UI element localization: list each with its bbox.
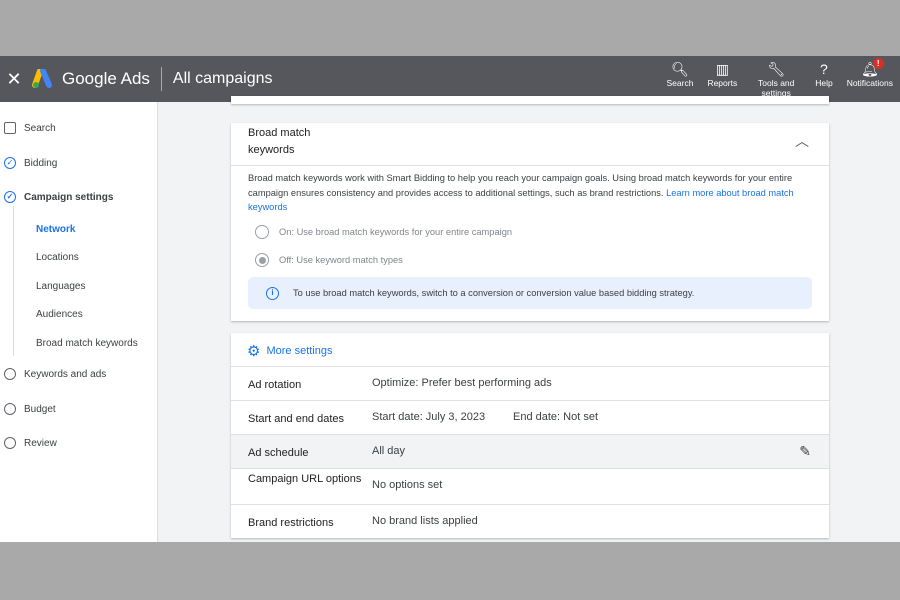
info-text: To use broad match keywords, switch to a… <box>293 288 695 298</box>
setting-key: Ad schedule <box>248 447 309 459</box>
chevron-up-icon[interactable]: ︿ <box>795 131 809 151</box>
toolbar-bell-button[interactable]: 🔔︎! Notifications <box>840 58 900 98</box>
more-settings-header[interactable]: ⚙ More settings <box>247 342 332 360</box>
check-circle-icon: ✓ <box>4 157 16 169</box>
info-banner: i To use broad match keywords, switch to … <box>248 277 812 309</box>
sidebar-item-label: Bidding <box>24 157 58 169</box>
setting-value: All day <box>372 445 406 457</box>
setting-key: Brand restrictions <box>248 517 334 529</box>
sidebar-subitem-broad-match[interactable]: Broad match keywords <box>36 338 138 349</box>
edit-pencil-icon[interactable]: ✎ <box>799 443 811 460</box>
radio-on[interactable]: On: Use broad match keywords for your en… <box>255 225 512 239</box>
brand-name: Google Ads <box>62 69 150 88</box>
search-icon <box>4 122 16 134</box>
sidebar-subitem-locations[interactable]: Locations <box>36 252 79 263</box>
setting-value: No options set <box>372 479 443 491</box>
tool-label: Tools and settings <box>758 78 795 98</box>
page-title: All campaigns <box>172 70 273 87</box>
toolbar-reports-button[interactable]: ▥ Reports <box>700 60 744 98</box>
sidebar-item-review[interactable]: Review <box>0 437 57 449</box>
circle-icon <box>4 437 16 449</box>
tool-label: Reports <box>707 78 738 88</box>
close-icon[interactable]: ✕ <box>0 69 28 90</box>
gear-icon: ⚙ <box>247 343 261 360</box>
check-circle-icon: ✓ <box>4 191 16 203</box>
radio-selected-icon <box>255 253 269 267</box>
sidebar-item-keywords[interactable]: Keywords and ads <box>0 368 106 380</box>
bell-icon: 🔔︎! <box>861 58 884 78</box>
setting-value: No brand lists applied <box>372 515 478 527</box>
help-icon: ? <box>820 61 828 77</box>
radio-off[interactable]: Off: Use keyword match types <box>255 253 403 267</box>
sidebar-item-search[interactable]: Search <box>0 122 56 134</box>
google-ads-logo <box>32 68 54 89</box>
sidebar-item-label: Keywords and ads <box>24 368 107 380</box>
setting-key: Start and end dates <box>248 413 345 425</box>
circle-icon <box>4 368 16 380</box>
wrench-icon: 🔧︎ <box>767 61 786 77</box>
setting-row-ad-rotation[interactable]: Ad rotation Optimize: Prefer best perform… <box>231 366 829 400</box>
tool-label: Search <box>666 78 694 88</box>
search-icon: 🔍︎ <box>671 61 689 77</box>
toolbar-wrench-button[interactable]: 🔧︎ Tools and settings <box>744 60 808 98</box>
tool-label: Notifications <box>846 78 893 88</box>
setting-key: Ad rotation <box>248 379 302 391</box>
previous-card <box>231 96 829 104</box>
circle-icon <box>4 403 16 415</box>
app-window: ✕ Google Ads All campaigns 🔍︎ Search ▥ Repo… <box>0 56 900 542</box>
setting-value: Start date: July 3, 2023 <box>372 411 486 423</box>
sidebar-subitem-audiences[interactable]: Audiences <box>36 309 83 320</box>
info-icon: i <box>266 286 279 300</box>
sidebar-item-label: Campaign settings <box>24 191 114 203</box>
setting-row-dates[interactable]: Start and end dates Start date: July 3, 2… <box>231 400 829 434</box>
description: Broad match keywords work with Smart Bid… <box>248 171 808 215</box>
divider <box>160 67 162 91</box>
sidebar: Search ✓ Bidding ✓ Campaign settings Netwo… <box>0 102 158 542</box>
setting-row-ad-schedule[interactable]: Ad schedule All day ✎ <box>231 434 829 468</box>
notification-badge: ! <box>872 58 884 69</box>
sub-nav-line <box>13 206 14 356</box>
toolbar-search-button[interactable]: 🔍︎ Search <box>660 60 701 98</box>
sidebar-subitem-network[interactable]: Network <box>36 224 75 235</box>
radio-icon <box>255 225 269 239</box>
section-title: Broad match keywords <box>248 127 311 156</box>
setting-value-end: End date: Not set <box>513 411 598 423</box>
sidebar-item-label: Review <box>24 437 57 449</box>
setting-key: Campaign URL options <box>248 473 362 485</box>
setting-row-brand-restrictions[interactable]: Brand restrictions No brand lists applied <box>231 504 829 538</box>
reports-icon: ▥ <box>715 61 729 77</box>
sidebar-item-bidding[interactable]: ✓ Bidding <box>0 157 57 169</box>
radio-label: On: Use broad match keywords for your en… <box>279 227 513 237</box>
radio-label: Off: Use keyword match types <box>279 255 403 265</box>
broad-match-card: Broad match keywords ︿ Broad match keywo… <box>231 123 829 321</box>
sidebar-item-campaign-settings[interactable]: ✓ Campaign settings <box>0 191 113 203</box>
sidebar-item-label: Budget <box>24 403 56 415</box>
more-settings-title: More settings <box>266 345 333 357</box>
tool-label: Help <box>815 78 833 88</box>
sidebar-item-label: Search <box>24 122 56 134</box>
toolbar-help-button[interactable]: ? Help <box>808 60 839 98</box>
setting-value: Optimize: Prefer best performing ads <box>372 377 552 389</box>
more-settings-card: ⚙ More settings Ad rotation Optimize: Pref… <box>231 333 829 538</box>
setting-row-url-options[interactable]: Campaign URL options No options set <box>231 468 829 504</box>
sidebar-item-budget[interactable]: Budget <box>0 403 56 415</box>
sidebar-subitem-languages[interactable]: Languages <box>36 281 86 292</box>
